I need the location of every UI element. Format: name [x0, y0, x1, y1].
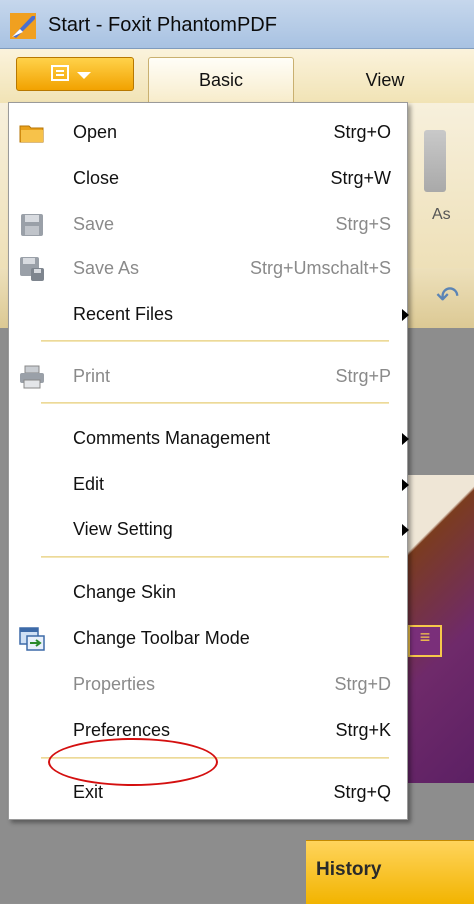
- menu-separator: [41, 402, 389, 404]
- menu-item-exit[interactable]: Exit Strg+Q: [9, 771, 407, 815]
- chevron-down-icon: [77, 72, 91, 79]
- menu-item-edit[interactable]: Edit: [9, 463, 409, 507]
- menu-item-view-setting[interactable]: View Setting: [9, 508, 409, 552]
- menu-item-label: Save: [73, 214, 115, 234]
- menu-item-label: Preferences: [73, 720, 171, 740]
- menu-list-icon: [51, 65, 69, 81]
- menu-item-label: Recent Files: [73, 304, 174, 324]
- menu-item-shortcut: Strg+Umschalt+S: [249, 258, 391, 278]
- menu-item-label: View Setting: [73, 519, 173, 539]
- submenu-arrow-icon: [402, 433, 409, 445]
- application-menu-button[interactable]: [16, 57, 134, 91]
- menu-item-open[interactable]: Open Strg+O: [9, 111, 407, 155]
- menu-item-label: Change Toolbar Mode: [73, 628, 250, 648]
- menu-item-change-skin[interactable]: Change Skin: [9, 571, 407, 615]
- menu-item-label: Close: [73, 168, 120, 188]
- menu-item-shortcut: Strg+D: [334, 674, 391, 694]
- window-title: Start - Foxit PhantomPDF: [48, 14, 277, 36]
- menu-item-comments-management[interactable]: Comments Management: [9, 417, 409, 461]
- menu-item-label: Open: [73, 122, 118, 142]
- menu-separator: [41, 556, 389, 558]
- menu-item-save[interactable]: Save Strg+S: [9, 203, 407, 247]
- tab-view[interactable]: View: [360, 57, 410, 103]
- menu-item-save-as[interactable]: Save As Strg+Umschalt+S: [9, 247, 407, 291]
- tab-basic[interactable]: Basic: [148, 57, 294, 103]
- ribbon-save-icon[interactable]: [424, 130, 446, 192]
- menu-item-properties[interactable]: Properties Strg+D: [9, 663, 407, 707]
- menu-item-label: Change Skin: [73, 582, 177, 602]
- folder-icon: [19, 125, 44, 143]
- history-label: History: [316, 859, 382, 880]
- menu-item-shortcut: Strg+P: [335, 366, 391, 386]
- menu-separator: [41, 757, 389, 759]
- ribbon-save-as-label: As: [432, 206, 451, 223]
- submenu-arrow-icon: [402, 524, 409, 536]
- history-panel-header[interactable]: History: [306, 840, 474, 904]
- application-menu: Open Strg+O Close Strg+W Save Strg+S Sav…: [8, 102, 409, 820]
- menu-item-label: Exit: [73, 782, 104, 802]
- printer-icon: [20, 365, 44, 389]
- menu-item-shortcut: Strg+O: [333, 122, 391, 142]
- undo-icon[interactable]: ↶: [436, 280, 459, 313]
- menu-item-change-toolbar-mode[interactable]: Change Toolbar Mode: [9, 617, 407, 661]
- menu-item-label: Comments Management: [73, 428, 271, 448]
- menu-item-label: Edit: [73, 474, 105, 494]
- toolbar-mode-icon: [19, 627, 45, 651]
- floppy-icon: [21, 214, 43, 236]
- menu-item-shortcut: Strg+W: [330, 168, 391, 188]
- foxit-app-icon[interactable]: [10, 13, 36, 39]
- menu-item-shortcut: Strg+S: [335, 214, 391, 234]
- title-bar: Start - Foxit PhantomPDF: [0, 0, 474, 49]
- product-logo-icon: ≡: [408, 625, 442, 657]
- menu-item-shortcut: Strg+Q: [333, 782, 391, 802]
- save-as-icon: [20, 257, 44, 281]
- menu-item-print[interactable]: Print Strg+P: [9, 355, 407, 399]
- menu-item-label: Properties: [73, 674, 156, 694]
- menu-item-shortcut: Strg+K: [335, 720, 391, 740]
- menu-item-preferences[interactable]: Preferences Strg+K: [9, 709, 407, 753]
- menu-item-label: Print: [73, 366, 111, 386]
- menu-item-close[interactable]: Close Strg+W: [9, 157, 407, 201]
- menu-separator: [41, 340, 389, 342]
- submenu-arrow-icon: [402, 479, 409, 491]
- menu-item-recent-files[interactable]: Recent Files: [9, 293, 409, 337]
- submenu-arrow-icon: [402, 309, 409, 321]
- menu-item-label: Save As: [73, 258, 140, 278]
